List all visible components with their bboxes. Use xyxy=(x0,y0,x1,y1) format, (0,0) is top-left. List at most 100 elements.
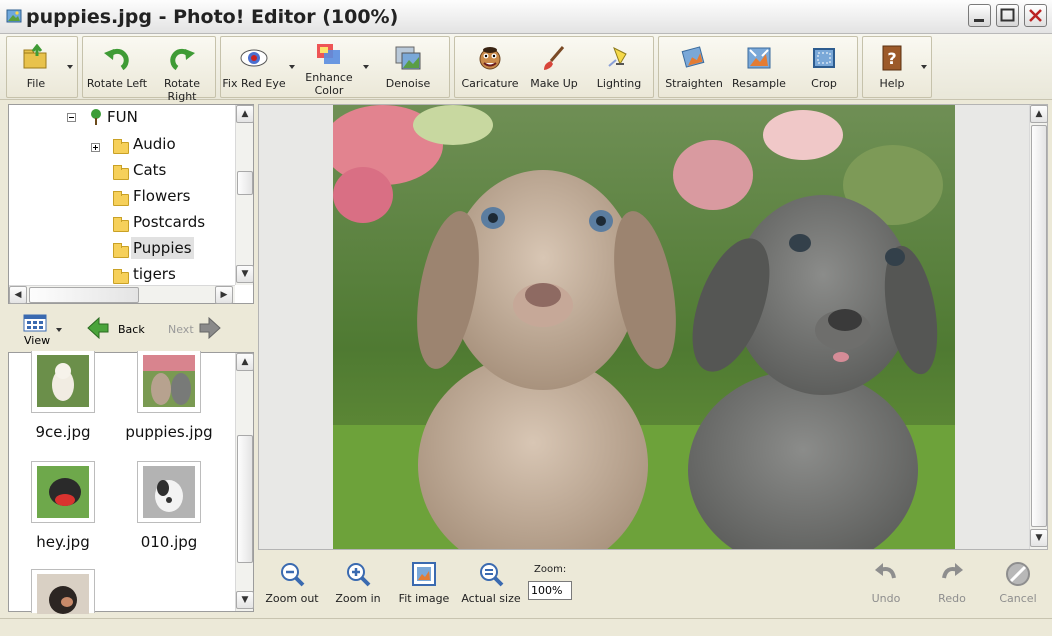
maximize-button[interactable] xyxy=(996,4,1019,27)
status-bar xyxy=(0,618,1052,636)
fun-tree-icon xyxy=(91,109,101,125)
canvas-vertical-scrollbar[interactable]: ▲ ▼ xyxy=(1029,105,1048,549)
thumbnail-hey[interactable] xyxy=(31,461,95,523)
denoise-button[interactable]: Denoise xyxy=(373,39,443,97)
view-grid-icon xyxy=(23,314,47,332)
title-bar: puppies.jpg - Photo! Editor (100%) xyxy=(0,0,1052,34)
thumbnail-partial[interactable] xyxy=(31,569,95,614)
straighten-icon xyxy=(681,46,705,68)
straighten-button[interactable]: Straighten xyxy=(661,39,727,97)
next-label: Next xyxy=(168,323,194,336)
cancel-icon xyxy=(1006,562,1030,586)
folder-tree: FUN Audio Cats Flowers Postcards Puppies… xyxy=(8,104,254,304)
back-arrow-icon xyxy=(87,317,109,339)
rotate-left-label: Rotate Left xyxy=(86,77,148,90)
thumbnail-9ce[interactable] xyxy=(31,351,95,413)
tree-item-tigers[interactable]: tigers xyxy=(133,263,176,285)
scroll-down-button[interactable]: ▼ xyxy=(236,591,254,609)
scroll-up-button[interactable]: ▲ xyxy=(236,105,254,123)
red-eye-dropdown-arrow[interactable] xyxy=(289,65,295,69)
effects-group: Caricature Make Up Lighting xyxy=(454,36,654,98)
undo-button[interactable]: Undo xyxy=(858,558,914,608)
scroll-left-button[interactable]: ◀ xyxy=(9,286,27,304)
fix-red-eye-button[interactable]: Fix Red Eye xyxy=(221,39,287,97)
caricature-button[interactable]: Caricature xyxy=(457,39,523,97)
canvas-vscroll-thumb[interactable] xyxy=(1031,125,1047,527)
file-dropdown-arrow[interactable] xyxy=(67,65,73,69)
help-label: Help xyxy=(879,77,905,90)
enhance-color-label-2: Color xyxy=(314,84,344,97)
file-button[interactable]: File xyxy=(7,39,65,97)
undo-label: Undo xyxy=(871,592,901,605)
next-button[interactable]: Next xyxy=(166,316,226,344)
zoom-out-button[interactable]: Zoom out xyxy=(262,558,322,608)
file-name: 9ce.jpg xyxy=(35,423,91,441)
files-vertical-scrollbar[interactable]: ▲ ▼ xyxy=(235,353,254,611)
fit-image-button[interactable]: Fit image xyxy=(396,558,452,608)
rotate-right-label: Rotate Right xyxy=(163,77,200,103)
rotate-right-icon xyxy=(170,48,195,71)
back-button[interactable]: Back xyxy=(86,316,146,344)
crop-button[interactable]: Crop xyxy=(793,39,855,97)
tree-item-cats[interactable]: Cats xyxy=(133,159,166,181)
rotate-left-button[interactable]: Rotate Left xyxy=(85,39,149,97)
tree-expand-toggle[interactable] xyxy=(91,143,100,152)
zoom-level-input[interactable]: 100% xyxy=(528,581,572,600)
tree-item-flowers[interactable]: Flowers xyxy=(133,185,190,207)
view-dropdown-arrow[interactable] xyxy=(56,328,62,332)
close-icon xyxy=(1029,9,1042,22)
next-arrow-icon xyxy=(199,317,221,339)
thumbnail-puppies[interactable] xyxy=(137,351,201,413)
files-vscroll-thumb[interactable] xyxy=(237,435,253,563)
tree-item-postcards[interactable]: Postcards xyxy=(133,211,205,233)
tree-item-fun[interactable]: FUN xyxy=(107,106,138,128)
scroll-up-button[interactable]: ▲ xyxy=(236,353,254,371)
zoom-in-button[interactable]: Zoom in xyxy=(330,558,386,608)
actual-size-button[interactable]: Actual size xyxy=(460,558,522,608)
help-book-icon: ? xyxy=(882,45,902,71)
scroll-up-button[interactable]: ▲ xyxy=(1030,105,1048,123)
scroll-right-button[interactable]: ▶ xyxy=(215,286,233,304)
scroll-down-button[interactable]: ▼ xyxy=(1030,529,1048,547)
thumbnail-010[interactable] xyxy=(137,461,201,523)
tree-item-audio[interactable]: Audio xyxy=(133,133,176,155)
enhance-color-button[interactable]: Enhance Color xyxy=(299,39,359,97)
transform-group: Straighten Resample Crop xyxy=(658,36,858,98)
zoom-out-icon xyxy=(281,563,305,587)
tree-item-puppies[interactable]: Puppies xyxy=(131,237,194,259)
cancel-button[interactable]: Cancel xyxy=(990,558,1046,608)
back-label: Back xyxy=(118,323,145,336)
redo-button[interactable]: Redo xyxy=(924,558,980,608)
file-thumbnails-panel: 9ce.jpg puppies.jpg hey.jpg 010.jpg ▲ ▼ xyxy=(8,351,254,614)
zoom-in-icon xyxy=(347,563,371,587)
caricature-face-icon xyxy=(479,47,501,70)
folder-icon xyxy=(113,165,129,180)
thumbnail-image xyxy=(37,355,89,407)
view-button[interactable]: View xyxy=(18,312,66,348)
redo-label: Redo xyxy=(938,592,966,605)
minimize-button[interactable] xyxy=(968,4,991,27)
redo-icon xyxy=(942,563,963,579)
scroll-down-button[interactable]: ▼ xyxy=(236,265,254,283)
tree-hscroll-thumb[interactable] xyxy=(29,287,139,303)
fix-red-eye-label: Fix Red Eye xyxy=(222,77,286,90)
rotate-right-button[interactable]: Rotate Right xyxy=(149,39,215,103)
navigation-bar: View Back Next xyxy=(8,308,254,352)
resample-button[interactable]: Resample xyxy=(727,39,791,97)
tree-collapse-toggle[interactable] xyxy=(67,113,76,122)
help-button[interactable]: ? Help xyxy=(865,39,919,97)
fit-image-icon xyxy=(412,562,436,586)
help-dropdown-arrow[interactable] xyxy=(921,65,927,69)
enhance-dropdown-arrow[interactable] xyxy=(363,65,369,69)
folder-icon xyxy=(113,139,129,154)
make-up-button[interactable]: Make Up xyxy=(523,39,585,97)
lighting-button[interactable]: Lighting xyxy=(587,39,651,97)
image-canvas[interactable]: ▲ ▼ xyxy=(258,104,1048,550)
tree-vscroll-thumb[interactable] xyxy=(237,171,253,195)
close-button[interactable] xyxy=(1024,4,1047,27)
minimize-icon xyxy=(974,19,984,22)
svg-text:?: ? xyxy=(887,49,896,68)
tree-horizontal-scrollbar[interactable]: ◀ ▶ xyxy=(9,285,235,304)
file-name: puppies.jpg xyxy=(125,423,213,441)
tree-vertical-scrollbar[interactable]: ▲ ▼ xyxy=(235,105,254,285)
